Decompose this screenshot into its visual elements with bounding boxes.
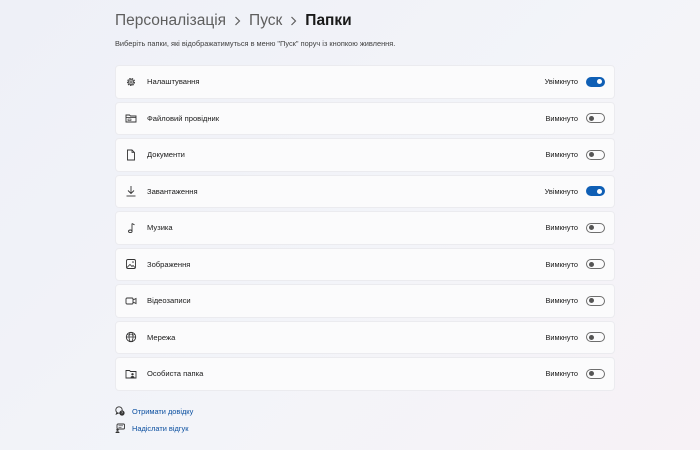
document-icon (125, 149, 137, 161)
toggle-state-text: Увімкнуто (544, 77, 578, 87)
toggle-knob (589, 152, 594, 158)
videos-toggle[interactable] (586, 295, 605, 306)
toggle-state-text: Увімкнуто (544, 186, 578, 196)
toggle-state-text: Вимкнуто (545, 296, 578, 306)
folder-label: Зображення (147, 259, 191, 269)
folder-label: Налаштування (147, 77, 200, 87)
toggle-state-text: Вимкнуто (545, 369, 578, 379)
folder-row-documents: Документи Вимкнуто (115, 138, 615, 172)
download-icon (125, 185, 137, 197)
pictures-toggle[interactable] (586, 259, 605, 270)
folder-row-network: Мережа Вимкнуто (115, 320, 615, 354)
toggle-knob (597, 79, 602, 85)
toggle-knob (589, 298, 594, 304)
folder-label: Музика (147, 223, 173, 233)
folder-row-pictures: Зображення Вимкнуто (115, 247, 615, 281)
breadcrumb-start[interactable]: Пуск (249, 12, 282, 30)
folder-label: Мережа (147, 332, 176, 342)
folder-label: Завантаження (147, 186, 198, 196)
settings-toggle[interactable] (586, 76, 605, 87)
folder-list: Налаштування Увімкнуто Файловий провідни… (115, 65, 615, 394)
chevron-right-icon (290, 16, 297, 26)
network-toggle[interactable] (586, 332, 605, 343)
documents-toggle[interactable] (586, 149, 605, 160)
video-icon (125, 295, 137, 307)
get-help-link[interactable]: ? Отримати довідку (115, 405, 193, 417)
image-icon (125, 258, 137, 270)
music-toggle[interactable] (586, 222, 605, 233)
file-explorer-icon (125, 112, 137, 124)
folder-label: Документи (147, 150, 185, 160)
send-feedback-label: Надіслати відгук (132, 423, 189, 433)
music-note-icon (125, 222, 137, 234)
folder-row-music: Музика Вимкнуто (115, 211, 615, 245)
personal-folder-toggle[interactable] (586, 368, 605, 379)
chevron-right-icon (234, 16, 241, 26)
toggle-state-text: Вимкнуто (545, 332, 578, 342)
personal-folder-icon (125, 368, 137, 380)
toggle-knob (589, 261, 594, 267)
network-globe-icon (125, 331, 137, 343)
help-links: ? Отримати довідку Надіслати відгук (115, 405, 193, 439)
toggle-knob (597, 188, 602, 194)
folder-row-settings: Налаштування Увімкнуто (115, 65, 615, 99)
folder-row-personal-folder: Особиста папка Вимкнуто (115, 357, 615, 391)
toggle-state-text: Вимкнуто (545, 150, 578, 160)
folder-label: Особиста папка (147, 369, 204, 379)
toggle-knob (589, 225, 594, 231)
page-title: Папки (305, 12, 352, 29)
folder-row-downloads: Завантаження Увімкнуто (115, 174, 615, 208)
help-icon: ? (115, 406, 125, 416)
toggle-state-text: Вимкнуто (545, 223, 578, 233)
gear-icon (125, 76, 137, 88)
folder-row-videos: Відеозаписи Вимкнуто (115, 284, 615, 318)
folder-row-file-explorer: Файловий провідник Вимкнуто (115, 101, 615, 135)
page-description: Виберіть папки, які відображатимуться в … (115, 39, 396, 48)
feedback-icon (115, 423, 125, 433)
folder-label: Відеозаписи (147, 296, 191, 306)
svg-text:?: ? (121, 411, 123, 415)
toggle-state-text: Вимкнуто (545, 113, 578, 123)
toggle-knob (589, 115, 594, 121)
file-explorer-toggle[interactable] (586, 113, 605, 124)
folder-label: Файловий провідник (147, 113, 220, 123)
breadcrumb: Персоналізація Пуск Папки (115, 9, 352, 33)
toggle-knob (589, 334, 594, 340)
get-help-label: Отримати довідку (132, 406, 194, 416)
breadcrumb-personalization[interactable]: Персоналізація (115, 12, 226, 30)
toggle-state-text: Вимкнуто (545, 259, 578, 269)
send-feedback-link[interactable]: Надіслати відгук (115, 422, 193, 434)
toggle-knob (589, 371, 594, 377)
downloads-toggle[interactable] (586, 186, 605, 197)
